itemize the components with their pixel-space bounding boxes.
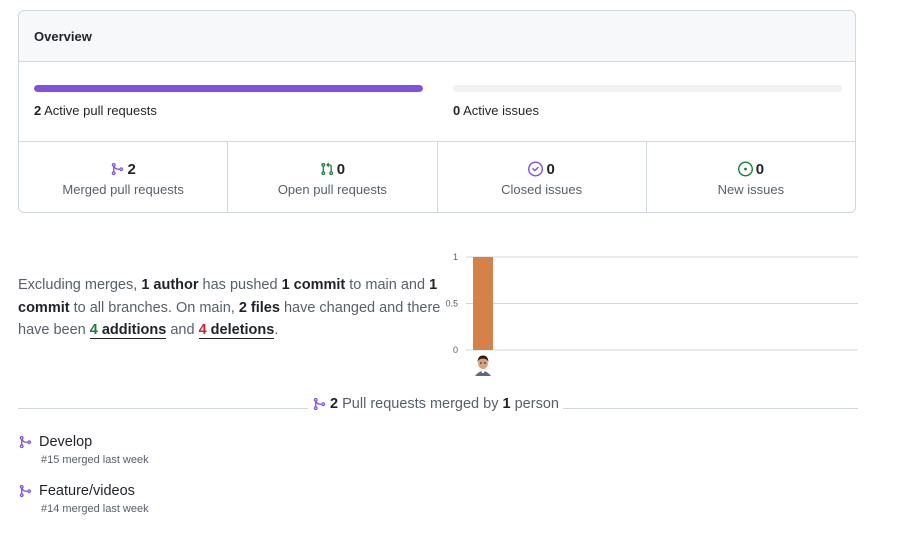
overview-panel: Overview 2 Active pull requests 0 Active… xyxy=(18,10,856,213)
merged-text-end: person xyxy=(510,396,559,412)
active-issues-progress xyxy=(453,85,842,92)
people-count: 1 xyxy=(502,396,511,412)
git-pull-request-icon xyxy=(320,161,334,177)
contributor-avatar[interactable] xyxy=(474,354,492,376)
active-issues-count: 0 xyxy=(453,103,461,118)
contributor-bar[interactable] xyxy=(473,257,493,350)
additions-count: 4 xyxy=(89,322,98,338)
overview-title: Overview xyxy=(19,11,855,62)
git-merge-icon xyxy=(18,434,32,450)
stat-merged-prs[interactable]: 2 Merged pull requests xyxy=(19,142,229,212)
summary-text: to main and xyxy=(345,277,430,293)
issue-closed-icon xyxy=(528,161,544,177)
summary-text: to all branches. On main, xyxy=(69,299,239,316)
active-prs-link[interactable]: 2 Active pull requests xyxy=(34,103,157,118)
active-prs-count: 2 xyxy=(34,103,42,118)
summary-text: Excluding merges, xyxy=(18,277,142,293)
author-count: 1 author xyxy=(141,277,199,293)
pr-meta: #15 merged last week xyxy=(41,454,149,466)
merged-count: 2 xyxy=(330,396,339,412)
y-tick-label: 1 xyxy=(453,252,458,262)
pr-meta: #14 merged last week xyxy=(41,503,149,515)
active-issues-label: Active issues xyxy=(463,103,540,118)
stat-open-label: Open pull requests xyxy=(277,182,387,197)
merged-prs-heading: 2 Pull requests merged by 1 person xyxy=(308,396,563,412)
stat-closed-issues[interactable]: 0 Closed issues xyxy=(438,142,647,212)
stat-merged-label: Merged pull requests xyxy=(62,182,184,197)
contributors-chart: 00.51 xyxy=(445,252,858,376)
stat-open-count: 0 xyxy=(336,160,346,178)
issue-opened-icon xyxy=(737,161,753,177)
commit-summary: Excluding merges, 1 author has pushed 1 … xyxy=(18,274,448,342)
y-tick-label: 0 xyxy=(453,345,458,355)
stat-merged-count: 2 xyxy=(127,160,136,178)
summary-text: and xyxy=(166,322,199,338)
git-merge-icon xyxy=(312,396,326,412)
active-prs-progress-fill xyxy=(34,85,423,92)
files-changed: 2 files xyxy=(238,299,280,316)
deletions-count: 4 xyxy=(198,322,207,338)
stat-new-count: 0 xyxy=(755,160,765,178)
deletions-word: deletions xyxy=(206,322,275,338)
active-prs-label: Active pull requests xyxy=(44,103,157,118)
additions-word: additions xyxy=(97,322,167,338)
stat-closed-count: 0 xyxy=(546,160,555,178)
commit-count-main: 1 commit xyxy=(281,277,346,293)
git-merge-icon xyxy=(18,483,32,499)
active-prs-progress xyxy=(34,85,423,92)
stat-new-issues[interactable]: 0 New issues xyxy=(647,142,855,212)
activity-bars: 2 Active pull requests 0 Active issues xyxy=(19,62,855,142)
merged-pr-item: Develop #15 merged last week xyxy=(18,434,149,466)
stat-closed-label: Closed issues xyxy=(501,182,583,197)
stat-new-label: New issues xyxy=(717,182,785,197)
summary-text: . xyxy=(274,322,279,338)
active-issues-link[interactable]: 0 Active issues xyxy=(453,103,539,118)
merged-text: Pull requests merged by xyxy=(338,396,503,412)
git-merge-icon xyxy=(110,161,124,177)
merged-pr-item: Feature/videos #14 merged last week xyxy=(18,483,149,515)
stat-open-prs[interactable]: 0 Open pull requests xyxy=(228,142,438,212)
stats-row: 2 Merged pull requests 0 Open pull reque… xyxy=(19,142,855,212)
additions-link[interactable]: 4 additions xyxy=(89,322,167,339)
deletions-link[interactable]: 4 deletions xyxy=(198,322,275,339)
y-tick-label: 0.5 xyxy=(445,299,458,309)
pr-title-link[interactable]: Develop xyxy=(39,434,92,450)
pr-title-link[interactable]: Feature/videos xyxy=(39,483,135,499)
summary-text: has pushed xyxy=(198,277,282,293)
